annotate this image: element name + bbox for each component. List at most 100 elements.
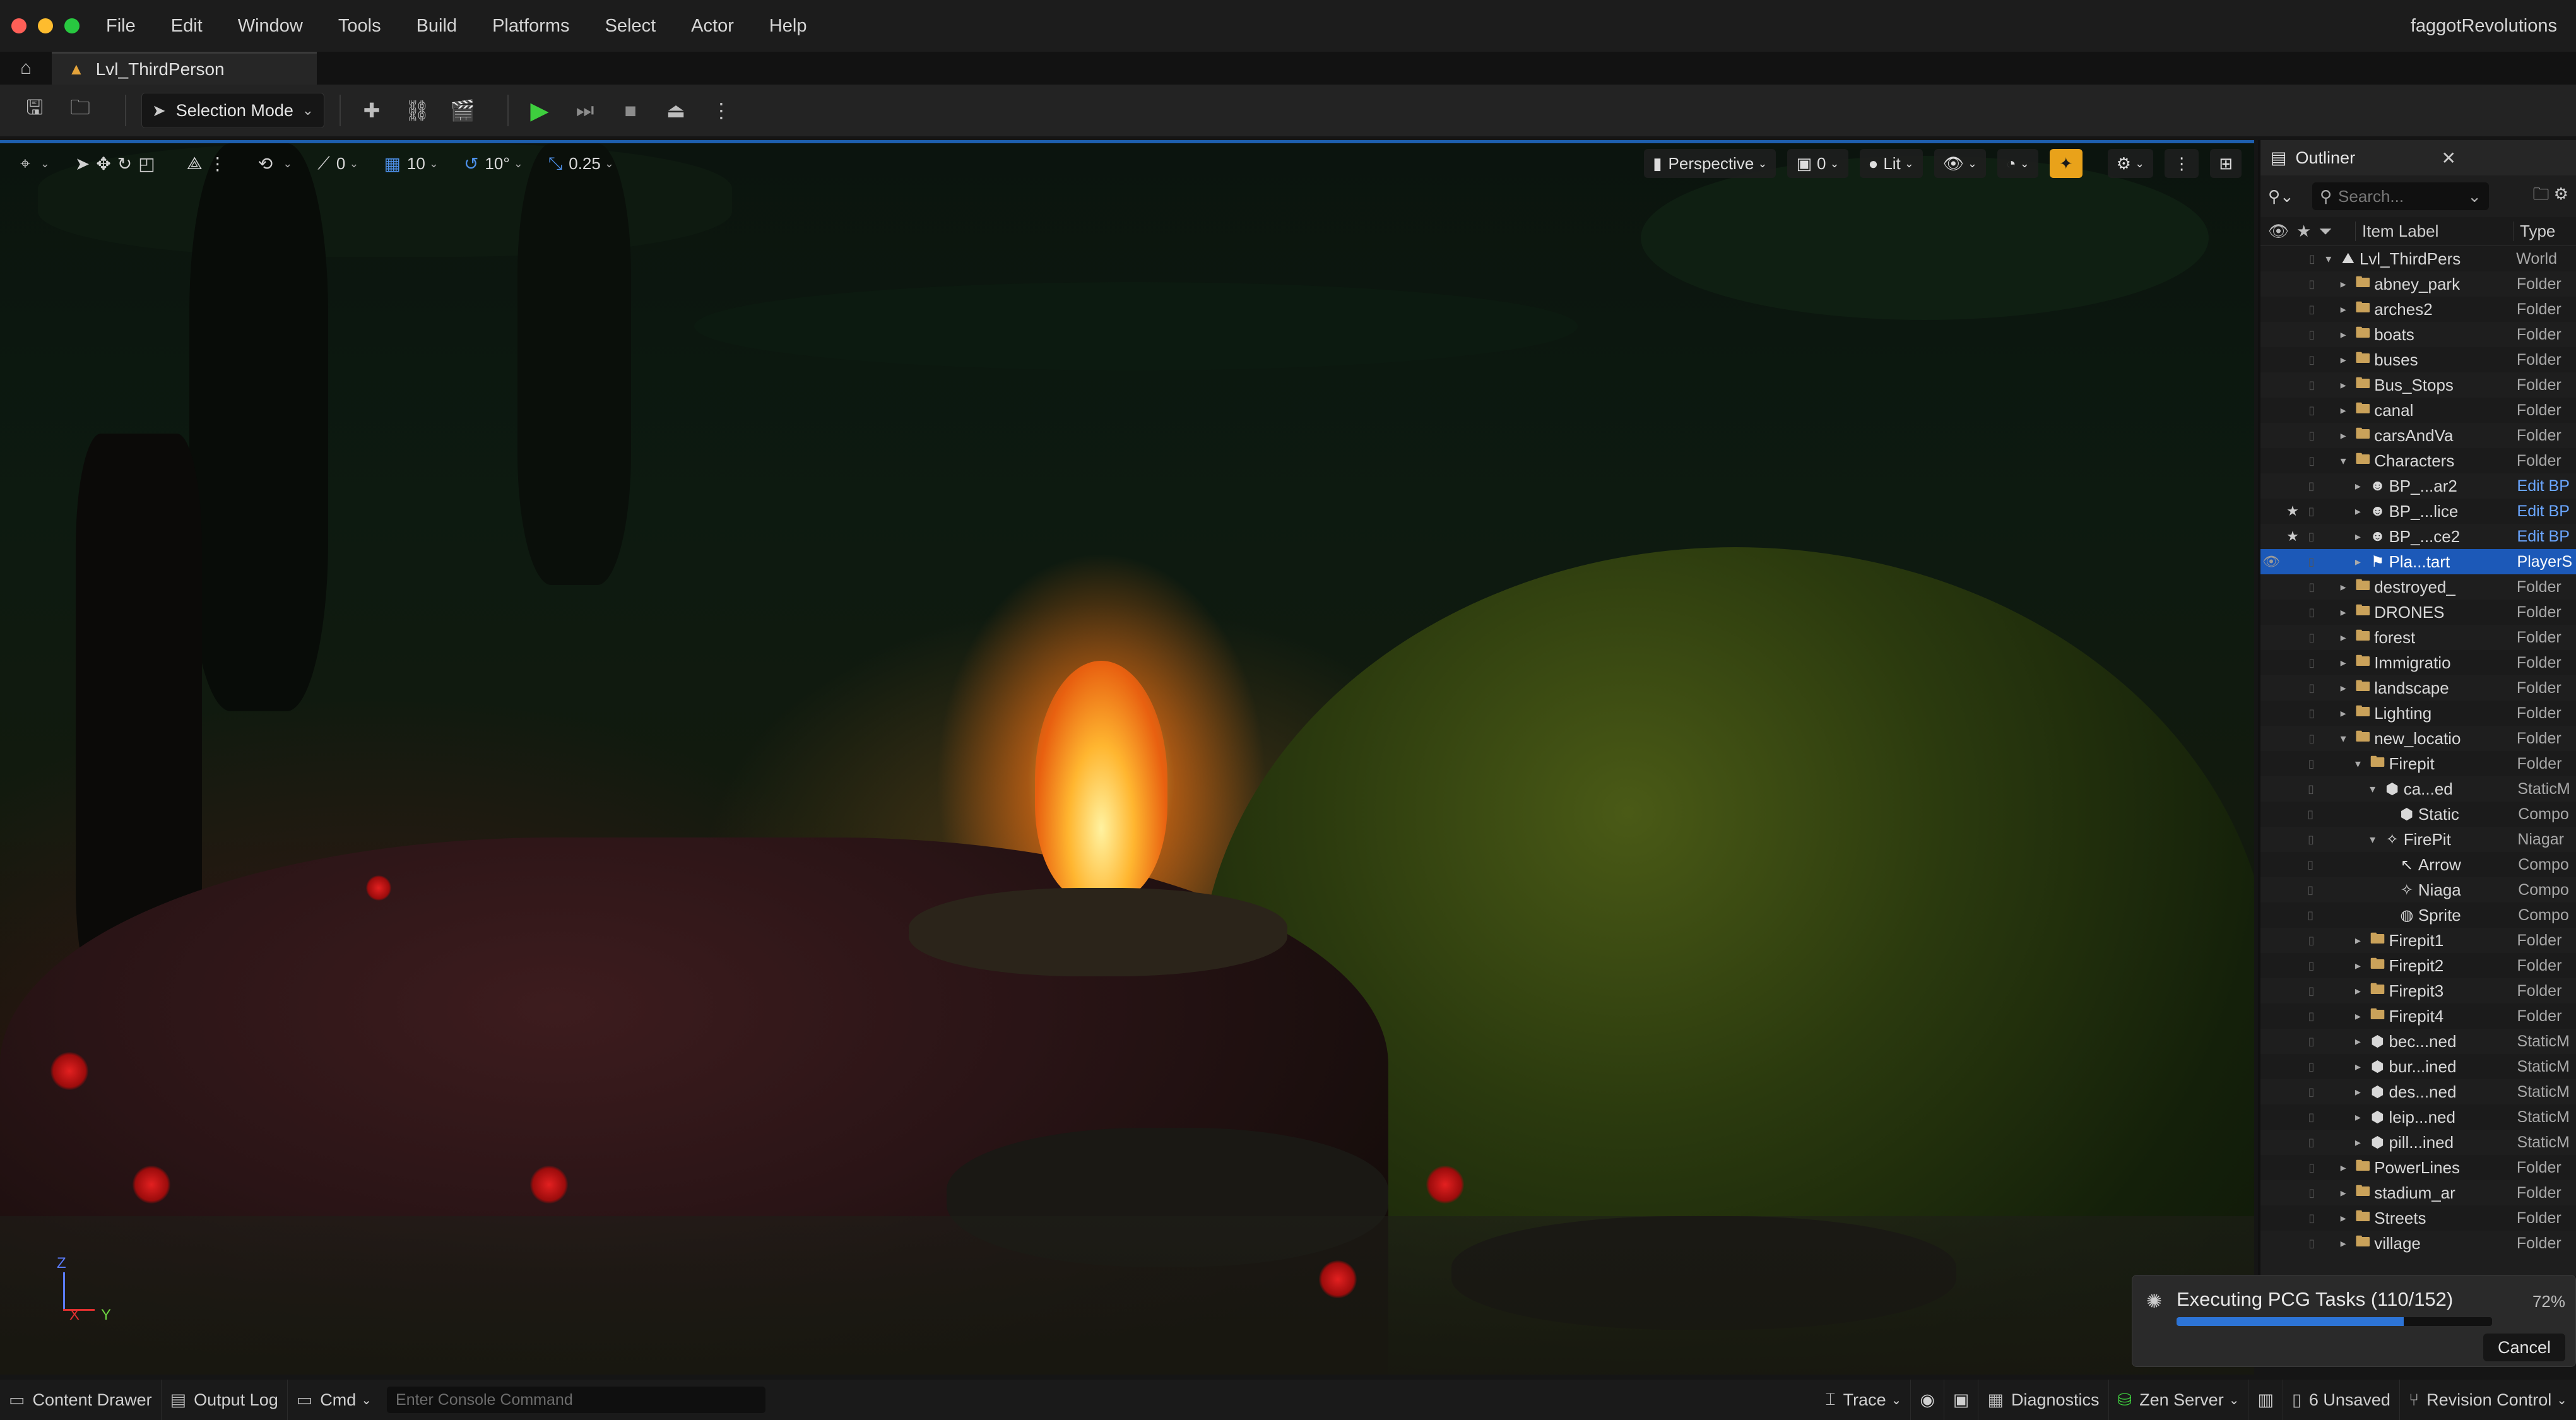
expand-arrow-icon[interactable]: ▾ xyxy=(2365,783,2381,796)
console-command-input[interactable]: Enter Console Command xyxy=(387,1387,766,1413)
collapse-arrow-icon[interactable]: ▸ xyxy=(2335,1161,2351,1174)
outliner-row[interactable]: ▯ ▸ 🖿 abney_park Folder xyxy=(2260,271,2576,297)
pin-icon[interactable]: ▯ xyxy=(2304,404,2320,417)
pin-icon[interactable]: ▯ xyxy=(2303,959,2319,973)
pin-icon[interactable]: ▯ xyxy=(2303,909,2319,922)
outliner-row[interactable]: ▯ ▸ 🖿 arches2 Folder xyxy=(2260,297,2576,322)
menu-build[interactable]: Build xyxy=(417,16,458,37)
cmd-dropdown[interactable]: ▭ Cmd ⌄ xyxy=(288,1380,381,1420)
pin-icon[interactable]: ▯ xyxy=(2304,1186,2320,1200)
outliner-row[interactable]: ▯ ▸ 🖿 PowerLines Folder xyxy=(2260,1155,2576,1180)
realtime-toggle[interactable]: ✦ xyxy=(2049,149,2083,178)
outliner-row[interactable]: ▯ ⬢ Static Compo xyxy=(2260,802,2576,827)
pin-icon[interactable]: ▯ xyxy=(2304,707,2320,720)
collapse-arrow-icon[interactable]: ▸ xyxy=(2349,1086,2366,1099)
show-flags-dropdown[interactable]: 👁 ⌄ xyxy=(1934,149,1986,178)
collapse-arrow-icon[interactable]: ▸ xyxy=(2349,985,2366,998)
pin-icon[interactable]: ▯ xyxy=(2304,1237,2320,1250)
pin-icon[interactable]: ▯ xyxy=(2303,858,2319,872)
pin-icon[interactable]: ▯ xyxy=(2304,631,2320,644)
zoom-window-button[interactable] xyxy=(64,18,80,33)
outliner-row[interactable]: ▯ ▸ ⬢ bur...ined StaticM xyxy=(2260,1054,2576,1079)
play-icon[interactable]: ▶ xyxy=(524,95,555,126)
collapse-arrow-icon[interactable]: ▸ xyxy=(2335,631,2351,644)
pin-icon[interactable]: ▯ xyxy=(2304,379,2320,392)
coordinate-system-button[interactable]: ⟲ ⌄ xyxy=(251,147,300,180)
more-options-icon[interactable]: ⋮ xyxy=(706,95,737,126)
collapse-arrow-icon[interactable]: ▸ xyxy=(2349,1010,2366,1023)
outliner-row[interactable]: ▯ ▸ 🖿 DRONES Folder xyxy=(2260,600,2576,625)
collapse-arrow-icon[interactable]: ▸ xyxy=(2349,530,2366,543)
screenshot-button[interactable]: ▣ xyxy=(1944,1380,1979,1420)
output-log-button[interactable]: ▤ Output Log xyxy=(162,1380,288,1420)
perspective-dropdown[interactable]: ▮ Perspective ⌄ xyxy=(1644,149,1776,178)
outliner-row[interactable]: ▯ ▸ 🖿 forest Folder xyxy=(2260,625,2576,650)
translate-icon[interactable]: ✥ xyxy=(96,153,110,174)
outliner-search-input[interactable]: ⚲ Search... ⌄ xyxy=(2312,182,2489,210)
outliner-row[interactable]: 👁 ▯ ▸ ⚑ Pla...tart PlayerS xyxy=(2260,549,2576,574)
content-drawer-button[interactable]: ▭ Content Drawer xyxy=(0,1380,162,1420)
save-icon[interactable]: 🖫 xyxy=(19,95,50,126)
outliner-row[interactable]: ▯ ▸ ⬢ bec...ned StaticM xyxy=(2260,1029,2576,1054)
scale-icon[interactable]: ◰ xyxy=(138,153,155,174)
outliner-row[interactable]: ▯ ▸ 🖿 Firepit2 Folder xyxy=(2260,953,2576,978)
outliner-row[interactable]: ★ ▯ ▸ ☻ BP_...ce2 Edit BP xyxy=(2260,524,2576,549)
surface-snap-button[interactable]: ⟁ ⋮ xyxy=(179,147,240,180)
collapse-arrow-icon[interactable]: ▸ xyxy=(2335,278,2351,291)
pin-icon[interactable]: ▯ xyxy=(2303,530,2319,543)
pin-icon[interactable]: ▯ xyxy=(2303,783,2319,796)
layout-button[interactable]: ⊞ xyxy=(2210,149,2242,178)
pin-icon[interactable]: ▯ xyxy=(2303,1035,2319,1048)
pin-icon[interactable]: ▯ xyxy=(2304,581,2320,594)
collapse-arrow-icon[interactable]: ▸ xyxy=(2335,1237,2351,1250)
collapse-arrow-icon[interactable]: ▸ xyxy=(2335,379,2351,392)
expand-arrow-icon[interactable]: ▾ xyxy=(2335,454,2351,468)
eject-icon[interactable]: ⏏ xyxy=(660,95,692,126)
scalability-dropdown[interactable]: ◔ ⌄ xyxy=(1997,149,2038,178)
outliner-row[interactable]: ▯ ↖ Arrow Compo xyxy=(2260,852,2576,877)
pin-icon[interactable]: ▯ xyxy=(2304,656,2320,670)
outliner-row[interactable]: ▯ ▸ ☻ BP_...ar2 Edit BP xyxy=(2260,473,2576,499)
diagnostics-button[interactable]: ▦ Diagnostics xyxy=(1978,1380,2109,1420)
tab-level[interactable]: ▲ Lvl_ThirdPerson xyxy=(52,52,317,85)
outliner-row[interactable]: ▯ ▸ 🖿 Firepit4 Folder xyxy=(2260,1003,2576,1029)
outliner-row[interactable]: ▯ ▸ 🖿 destroyed_ Folder xyxy=(2260,574,2576,600)
collapse-arrow-icon[interactable]: ▸ xyxy=(2349,555,2366,569)
pin-icon[interactable]: ▯ xyxy=(2303,757,2319,771)
collapse-arrow-icon[interactable]: ▸ xyxy=(2335,682,2351,695)
outliner-row[interactable]: ▯ ▾ ⬢ ca...ed StaticM xyxy=(2260,776,2576,802)
view-mode-dropdown[interactable]: ● Lit ⌄ xyxy=(1859,149,1923,178)
select-arrow-icon[interactable]: ➤ xyxy=(75,153,90,174)
pin-icon[interactable]: ▯ xyxy=(2303,1060,2319,1074)
outliner-row[interactable]: ▯ ◍ Sprite Compo xyxy=(2260,902,2576,928)
pin-icon[interactable]: ▯ xyxy=(2304,1161,2320,1174)
collapse-arrow-icon[interactable]: ▸ xyxy=(2349,1136,2366,1149)
outliner-row[interactable]: ▯ ▸ 🖿 buses Folder xyxy=(2260,347,2576,372)
collapse-arrow-icon[interactable]: ▸ xyxy=(2335,1186,2351,1200)
collapse-arrow-icon[interactable]: ▸ xyxy=(2335,606,2351,619)
add-folder-icon[interactable]: 🗀 ⚙ xyxy=(2532,182,2568,210)
outliner-row[interactable]: ▯ ▸ 🖿 Lighting Folder xyxy=(2260,701,2576,726)
outliner-row[interactable]: ▯ ▾ 🖿 Characters Folder xyxy=(2260,448,2576,473)
pin-icon[interactable]: ▯ xyxy=(2304,732,2320,745)
pin-icon[interactable]: ▯ xyxy=(2304,454,2320,468)
close-icon[interactable]: ✕ xyxy=(2442,148,2456,169)
unsaved-button[interactable]: ▯ 6 Unsaved xyxy=(2283,1380,2400,1420)
menu-edit[interactable]: Edit xyxy=(171,16,203,37)
menu-tools[interactable]: Tools xyxy=(338,16,381,37)
edit-blueprint-link[interactable]: Edit BP xyxy=(2517,528,2576,546)
browse-folder-icon[interactable]: 🗀 xyxy=(64,95,96,126)
expand-arrow-icon[interactable]: ▾ xyxy=(2365,833,2381,846)
outliner-tab[interactable]: ▤ Outliner ✕ xyxy=(2260,140,2576,175)
pin-icon[interactable]: ▯ xyxy=(2303,884,2319,897)
edit-blueprint-link[interactable]: Edit BP xyxy=(2517,477,2576,495)
outliner-row[interactable]: ▯ ▸ 🖿 carsAndVa Folder xyxy=(2260,423,2576,448)
pin-icon[interactable]: ▯ xyxy=(2304,606,2320,619)
settings-dropdown[interactable]: ⚙ ⌄ xyxy=(2107,149,2154,178)
outliner-row[interactable]: ▯ ▾ ⛰ Lvl_ThirdPers World xyxy=(2260,246,2576,271)
pin-icon[interactable]: ▯ xyxy=(2303,1086,2319,1099)
star-icon[interactable]: ★ xyxy=(2282,503,2303,519)
derived-data-button[interactable]: ▥ xyxy=(2248,1380,2283,1420)
grid-snap-dropdown[interactable]: ▦ 10 ⌄ xyxy=(376,147,446,180)
pin-icon[interactable]: ▯ xyxy=(2304,429,2320,442)
